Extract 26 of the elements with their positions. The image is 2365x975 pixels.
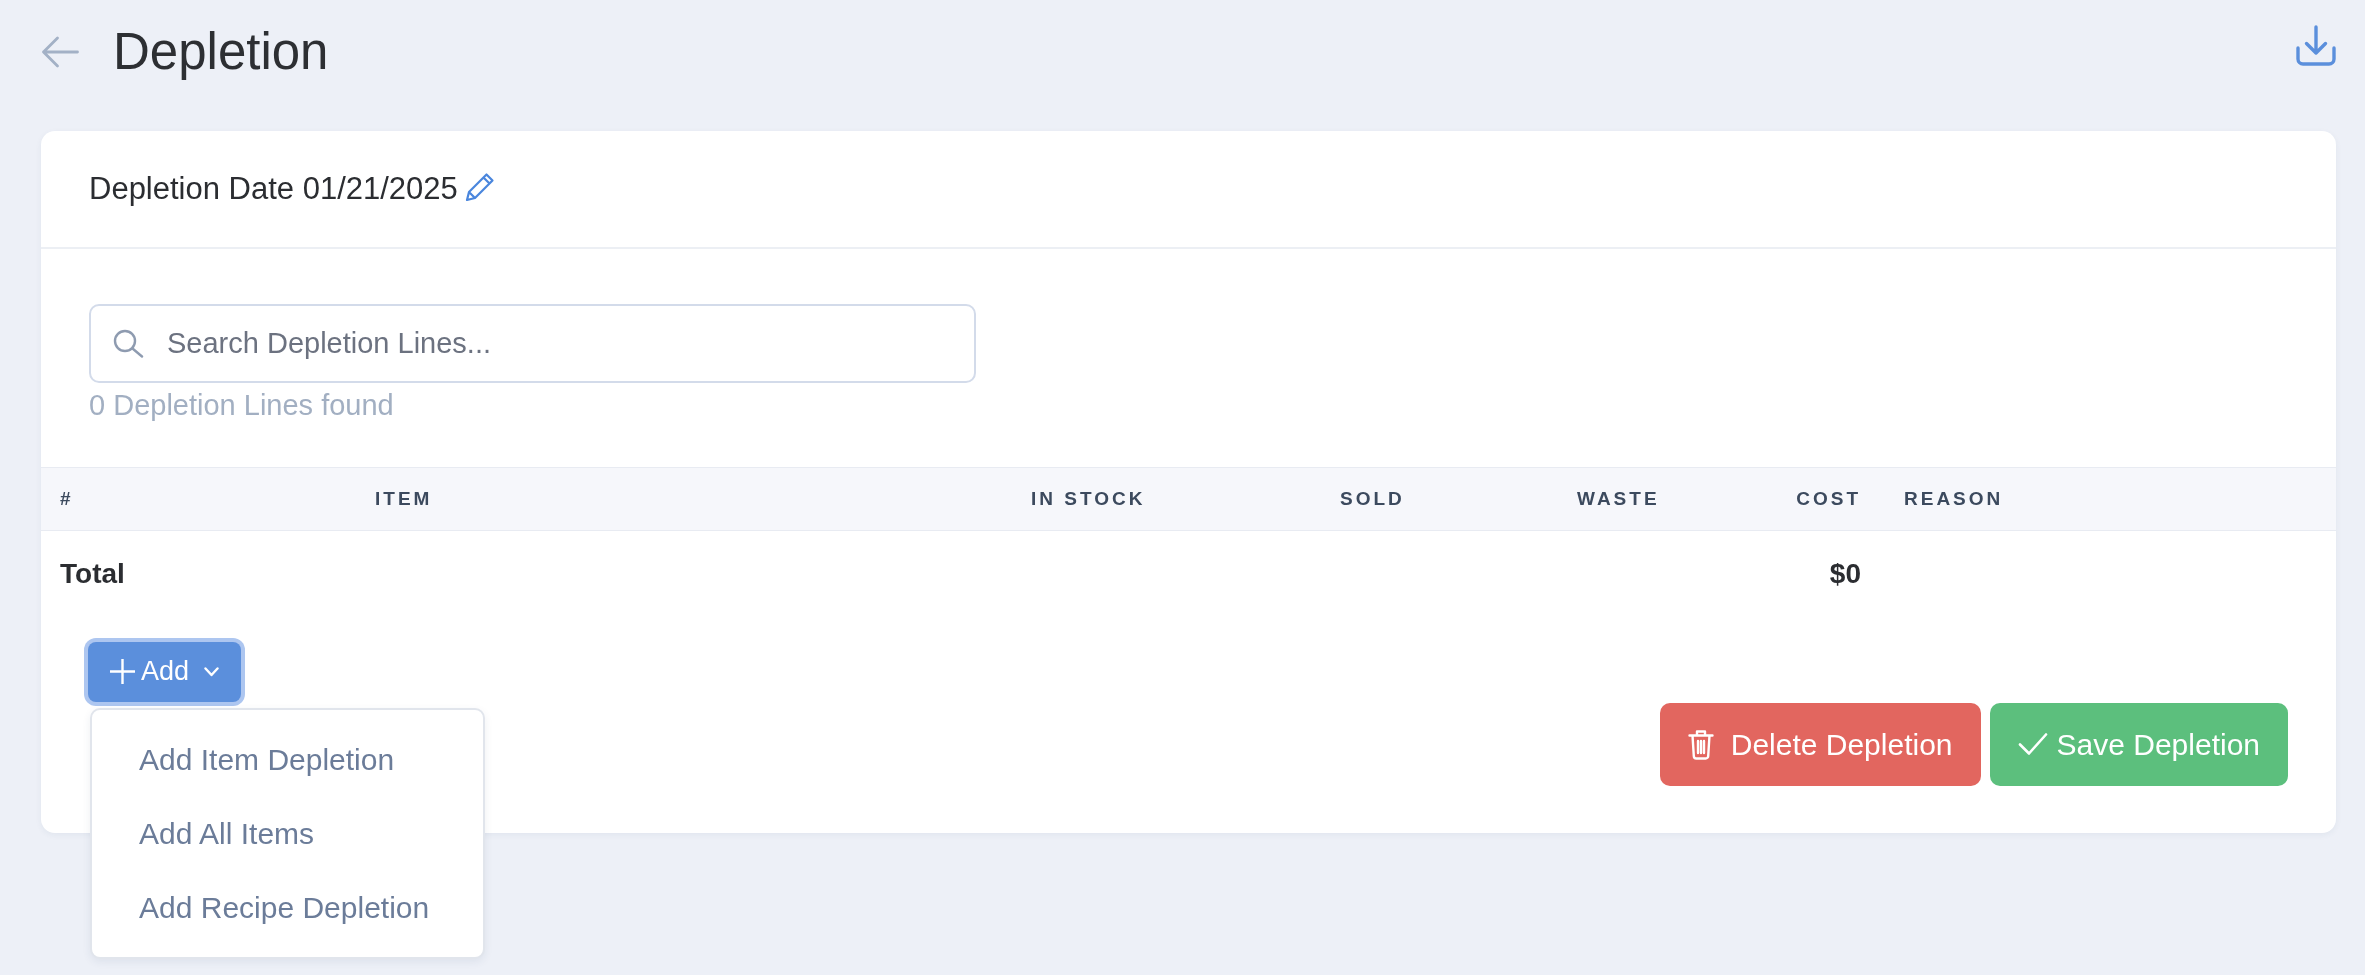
total-label: Total bbox=[41, 530, 356, 617]
menu-item[interactable]: Add All Items bbox=[92, 796, 483, 871]
column-header: SOLD bbox=[1321, 467, 1558, 531]
delete-button[interactable]: Delete Depletion bbox=[1659, 702, 1981, 786]
download-icon[interactable] bbox=[2296, 24, 2336, 66]
column-header: REASON bbox=[1885, 467, 2336, 531]
chevron-down-icon bbox=[204, 666, 220, 677]
menu-item[interactable]: Add Recipe Depletion bbox=[92, 870, 483, 945]
plus-icon bbox=[110, 659, 135, 684]
search-field[interactable]: Search Depletion Lines... bbox=[89, 304, 976, 383]
column-header: ITEM bbox=[356, 467, 1012, 531]
search-icon bbox=[113, 329, 144, 358]
depletion-date-label: Depletion Date 01/21/2025 bbox=[89, 169, 458, 208]
menu-item[interactable]: Add Item Depletion bbox=[92, 722, 483, 797]
save-button[interactable]: Save Depletion bbox=[1989, 702, 2288, 786]
column-header: WASTE bbox=[1558, 467, 1766, 531]
page-title: Depletion bbox=[113, 22, 329, 82]
pencil-icon[interactable] bbox=[464, 172, 495, 202]
results-count: 0 Depletion Lines found bbox=[89, 388, 394, 423]
trash-icon bbox=[1687, 728, 1714, 760]
column-header: IN STOCK bbox=[1012, 467, 1321, 531]
total-cost: $0 bbox=[1766, 530, 1885, 617]
column-header: # bbox=[41, 467, 356, 531]
column-header: COST bbox=[1766, 467, 1885, 531]
check-icon bbox=[2017, 732, 2048, 756]
back-arrow-icon[interactable] bbox=[41, 36, 79, 68]
